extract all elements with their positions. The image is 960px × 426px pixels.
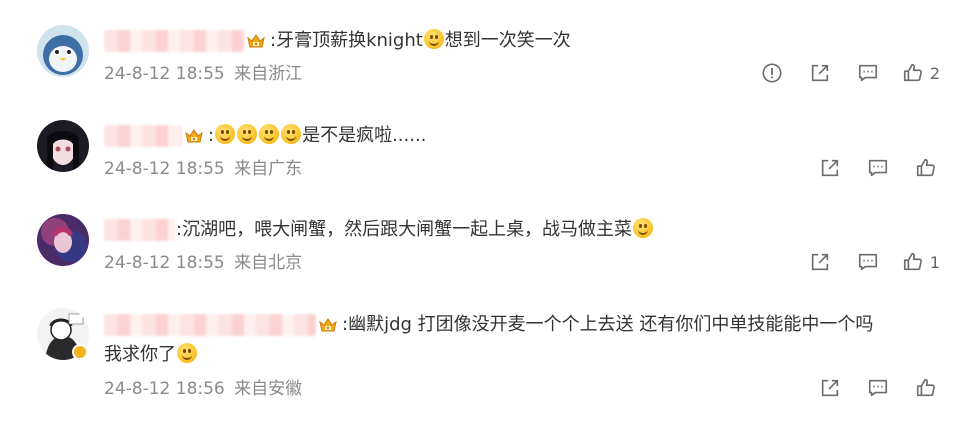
comment-text-line-2: 我求你了	[104, 342, 198, 368]
comment-time: 24-8-12 18:55	[104, 253, 225, 273]
comment-text: :沉湖吧，喂大闸蟹，然后跟大闸蟹一起上桌，战马做主菜	[176, 219, 633, 240]
crown-badge-icon	[246, 31, 266, 51]
comment-text-after: 是不是疯啦......	[302, 125, 427, 146]
username-blurred[interactable]	[104, 125, 182, 147]
comment-location: 来自广东	[234, 159, 303, 179]
comment-text-line: : 是不是疯啦......	[104, 123, 940, 149]
like-count: 1	[929, 252, 940, 272]
share-icon	[819, 377, 841, 399]
share-icon	[819, 157, 841, 179]
like-button[interactable]: 2	[902, 59, 940, 87]
comment-actions: 2	[738, 59, 940, 87]
comment-location: 来自北京	[234, 253, 303, 273]
comment-time: 24-8-12 18:55	[104, 64, 225, 84]
comment-text-line: :沉湖吧，喂大闸蟹，然后跟大闸蟹一起上桌，战马做主菜	[104, 217, 940, 243]
thumbs-up-icon	[902, 62, 924, 84]
crown-badge-icon	[184, 126, 204, 146]
comment-meta: 24-8-12 18:55 来自北京	[104, 251, 302, 275]
comment-icon	[867, 157, 889, 179]
emoji-icon	[281, 124, 302, 144]
emoji-icon	[177, 343, 197, 363]
comment-text-continued: 我求你了	[104, 344, 176, 365]
avatar[interactable]	[37, 214, 89, 266]
username-blurred[interactable]	[104, 30, 244, 52]
thumbs-up-icon	[915, 377, 937, 399]
like-count: 2	[929, 63, 940, 83]
verified-badge-icon	[72, 344, 88, 360]
share-button[interactable]	[806, 59, 834, 87]
thumbs-up-icon	[902, 251, 924, 273]
comment-text-after: 想到一次笑一次	[444, 30, 571, 51]
comment-time: 24-8-12 18:56	[104, 379, 225, 399]
emoji-icon	[423, 29, 444, 49]
comment-actions	[796, 374, 940, 402]
comment-text-line: :牙膏顶薪换knight 想到一次笑一次	[104, 28, 940, 54]
like-button[interactable]	[912, 154, 940, 182]
emoji-icon	[633, 218, 654, 238]
comment-text: :	[208, 125, 215, 146]
comment-meta: 24-8-12 18:55 来自广东	[104, 157, 302, 181]
share-button[interactable]	[816, 154, 844, 182]
comment-text-line: :幽默jdg 打团像没开麦一个个上去送 还有你们中单技能能中一个吗	[104, 312, 940, 338]
comment-location: 来自浙江	[234, 64, 303, 84]
thumbs-up-icon	[915, 157, 937, 179]
emoji-icon	[237, 124, 258, 144]
comment-location: 来自安徽	[234, 379, 303, 399]
comment-actions	[796, 154, 940, 182]
comment-text: :牙膏顶薪换knight	[270, 30, 423, 51]
crown-badge-icon	[318, 315, 338, 335]
emoji-icon	[259, 124, 280, 144]
comment-meta: 24-8-12 18:56 来自安徽	[104, 377, 302, 401]
reply-button[interactable]	[864, 374, 892, 402]
share-button[interactable]	[806, 248, 834, 276]
comment-icon	[857, 62, 879, 84]
share-icon	[809, 62, 831, 84]
comment-meta: 24-8-12 18:55 来自浙江	[104, 62, 302, 86]
reply-button[interactable]	[864, 154, 892, 182]
like-button[interactable]	[912, 374, 940, 402]
avatar[interactable]	[37, 120, 89, 172]
username-blurred[interactable]	[104, 314, 316, 336]
report-button[interactable]	[758, 59, 786, 87]
comment-time: 24-8-12 18:55	[104, 159, 225, 179]
comment-text: :幽默jdg 打团像没开麦一个个上去送 还有你们中单技能能中一个吗	[342, 314, 874, 335]
report-icon	[761, 62, 783, 84]
username-blurred[interactable]	[104, 219, 176, 241]
comment-icon	[867, 377, 889, 399]
reply-button[interactable]	[854, 59, 882, 87]
avatar[interactable]	[37, 25, 89, 77]
reply-button[interactable]	[854, 248, 882, 276]
emoji-icon	[215, 124, 236, 144]
share-icon	[809, 251, 831, 273]
comment-actions: 1	[786, 248, 940, 276]
like-button[interactable]: 1	[902, 248, 940, 276]
share-button[interactable]	[816, 374, 844, 402]
comment-icon	[857, 251, 879, 273]
